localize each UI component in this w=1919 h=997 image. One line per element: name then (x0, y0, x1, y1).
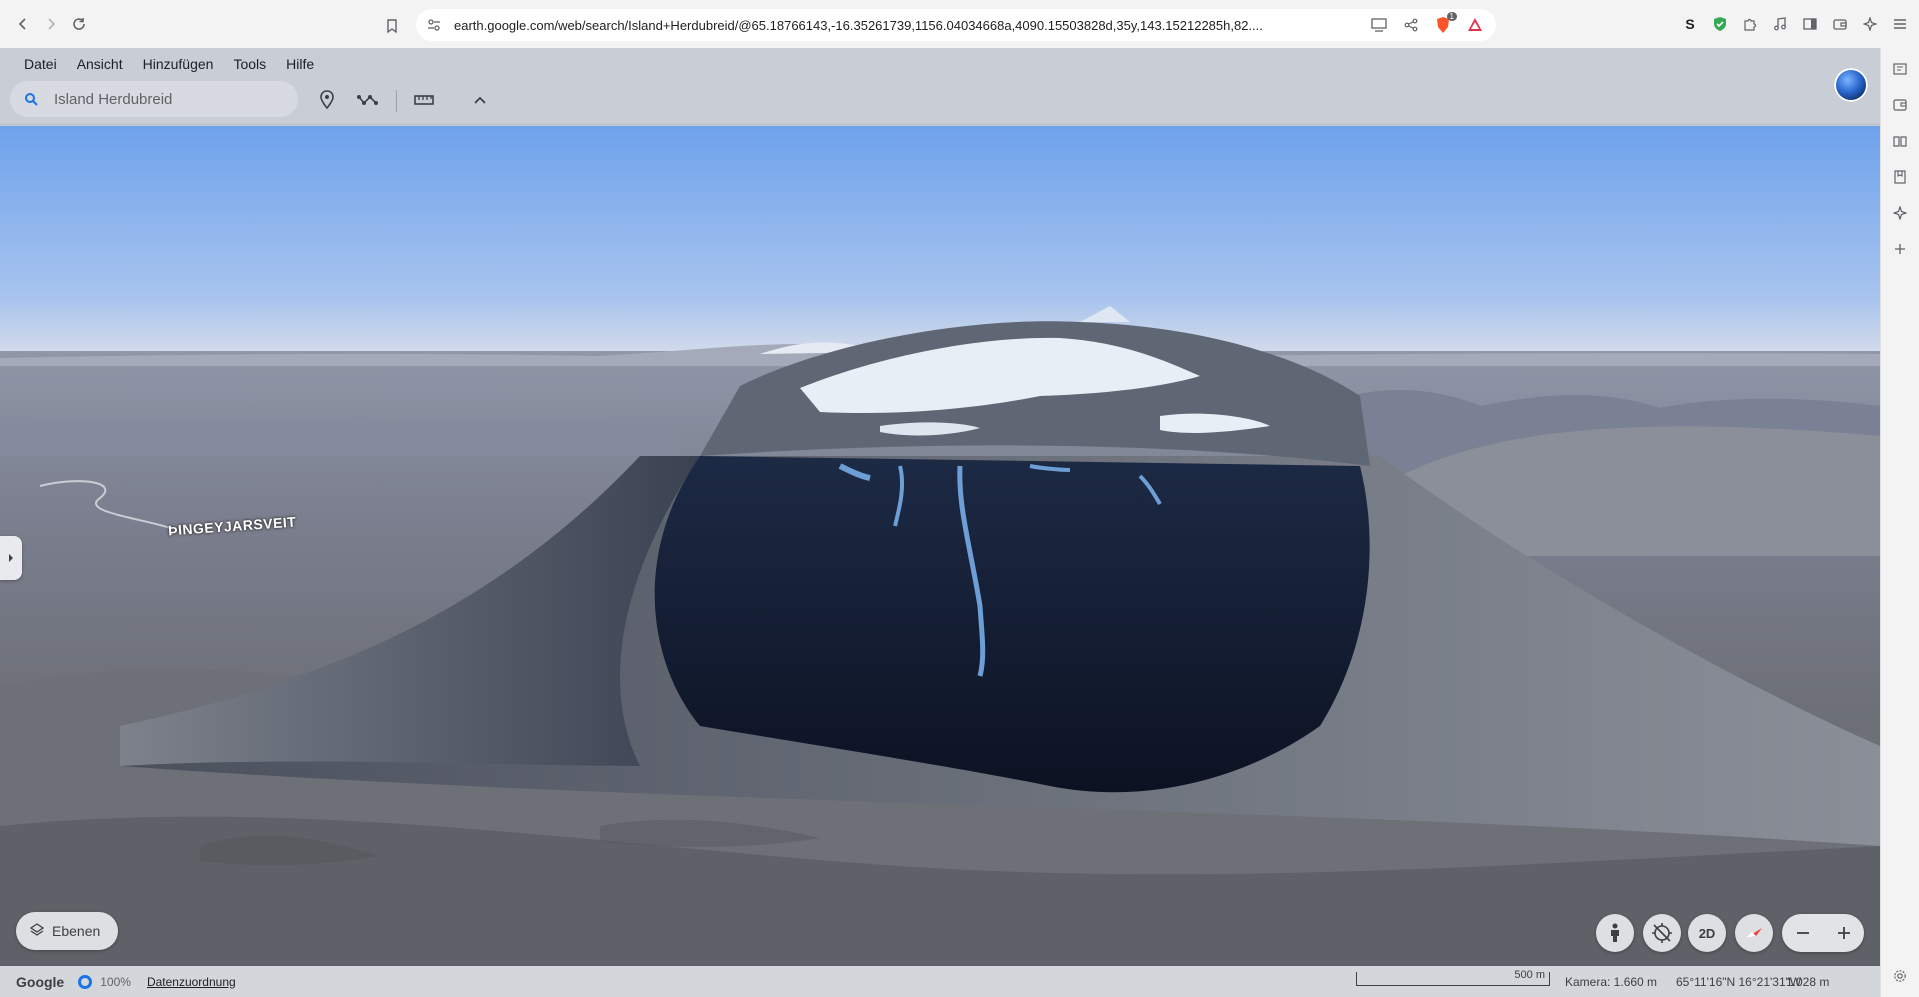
menu-hilfe[interactable]: Hilfe (276, 52, 324, 76)
nav-buttons (9, 10, 93, 38)
earth-3d-viewport[interactable]: ÞINGEYJARSVEIT Ebenen 2D (0, 126, 1880, 966)
status-bar: Google 100% Datenzuordnung 500 m Kamera:… (0, 966, 1880, 997)
site-settings-icon[interactable] (424, 15, 444, 35)
leo-panel-icon[interactable] (1889, 202, 1911, 224)
bookmarks-panel-icon[interactable] (1889, 166, 1911, 188)
add-placemark-button[interactable] (311, 84, 343, 116)
dollar-extension-icon[interactable]: S (1679, 10, 1701, 38)
menu-bar: Datei Ansicht Hinzufügen Tools Hilfe (14, 52, 324, 76)
wallet-icon[interactable] (1829, 10, 1851, 38)
zoom-out-button[interactable] (1788, 918, 1818, 948)
settings-gear-icon[interactable] (1889, 965, 1911, 987)
toolbar-divider (396, 90, 397, 112)
collapse-toolbar-button[interactable] (464, 84, 496, 116)
google-earth-app: Datei Ansicht Hinzufügen Tools Hilfe Isl… (0, 48, 1880, 997)
camera-altitude: Kamera: 1.660 m (1565, 975, 1658, 989)
layers-label: Ebenen (52, 923, 101, 939)
google-logo: Google (16, 973, 65, 990)
browser-toolbar: earth.google.com/web/search/Island+Herdu… (0, 0, 1919, 48)
attribution-link[interactable]: Datenzuordnung (147, 975, 236, 989)
elevation: 1.028 m (1786, 975, 1830, 989)
rotate-view-button[interactable] (1643, 914, 1681, 952)
zoom-in-button[interactable] (1829, 918, 1859, 948)
extensions-area: S (1679, 10, 1911, 38)
extension-badge: 1 (1446, 12, 1457, 21)
brave-rewards-icon[interactable] (1464, 14, 1486, 36)
search-box[interactable] (10, 81, 298, 117)
browser-side-panel (1880, 48, 1919, 997)
layers-icon (29, 922, 45, 940)
terrain-scene (0, 126, 1880, 966)
leo-ai-icon[interactable] (1859, 10, 1881, 38)
scale-label: 500 m (1514, 969, 1545, 981)
music-icon[interactable] (1769, 10, 1791, 38)
expand-panel-button[interactable] (0, 536, 22, 580)
forward-button[interactable] (37, 10, 65, 38)
url-text[interactable]: earth.google.com/web/search/Island+Herdu… (454, 18, 1358, 33)
reload-button[interactable] (65, 10, 93, 38)
search-icon[interactable] (24, 91, 40, 107)
measure-ruler-button[interactable] (408, 84, 440, 116)
coordinates: 65°11'16"N 16°21'31"W (1676, 975, 1802, 989)
load-percent: 100% (100, 974, 131, 989)
reading-list-icon[interactable] (1889, 130, 1911, 152)
brave-shield-icon[interactable]: 1 (1432, 12, 1457, 36)
pegman-button[interactable] (1596, 914, 1634, 952)
account-avatar[interactable] (1834, 68, 1868, 102)
shield-check-icon[interactable] (1709, 10, 1731, 38)
share-icon[interactable] (1400, 14, 1422, 36)
add-panel-icon[interactable] (1889, 238, 1911, 260)
layers-button[interactable]: Ebenen (16, 912, 119, 950)
compass-icon[interactable] (1735, 914, 1773, 952)
tabs-panel-icon[interactable] (1889, 58, 1911, 80)
loading-ring-icon (78, 974, 93, 989)
menu-icon[interactable] (1889, 10, 1911, 38)
sidebar-toggle-icon[interactable] (1799, 10, 1821, 38)
bookmark-icon[interactable] (378, 12, 406, 40)
menu-datei[interactable]: Datei (14, 52, 67, 76)
draw-path-button[interactable] (352, 84, 384, 116)
address-bar[interactable]: earth.google.com/web/search/Island+Herdu… (416, 9, 1496, 41)
wallet-panel-icon[interactable] (1889, 94, 1911, 116)
menu-hinzufuegen[interactable]: Hinzufügen (133, 52, 224, 76)
scale-bar: 500 m (1356, 969, 1550, 986)
search-input[interactable] (54, 90, 284, 108)
view-mode-button[interactable]: 2D (1688, 914, 1726, 952)
cast-icon[interactable] (1368, 14, 1390, 36)
earth-toolbar: Datei Ansicht Hinzufügen Tools Hilfe (0, 48, 1880, 125)
menu-ansicht[interactable]: Ansicht (67, 52, 133, 76)
zoom-control (1782, 914, 1864, 952)
menu-tools[interactable]: Tools (223, 52, 276, 76)
puzzle-icon[interactable] (1739, 10, 1761, 38)
back-button[interactable] (9, 10, 37, 38)
